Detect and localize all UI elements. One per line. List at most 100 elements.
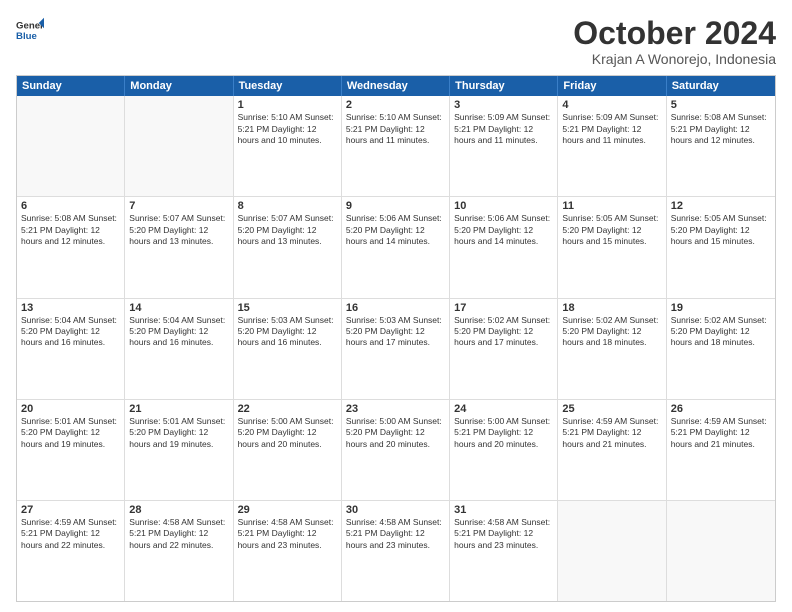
- day-number: 9: [346, 200, 445, 212]
- cell-details: Sunrise: 5:00 AM Sunset: 5:21 PM Dayligh…: [454, 416, 553, 450]
- table-row: 23Sunrise: 5:00 AM Sunset: 5:20 PM Dayli…: [342, 400, 450, 500]
- cell-details: Sunrise: 5:10 AM Sunset: 5:21 PM Dayligh…: [238, 112, 337, 146]
- cell-details: Sunrise: 4:58 AM Sunset: 5:21 PM Dayligh…: [129, 517, 228, 551]
- cell-details: Sunrise: 5:01 AM Sunset: 5:20 PM Dayligh…: [21, 416, 120, 450]
- day-number: 2: [346, 99, 445, 111]
- table-row: 4Sunrise: 5:09 AM Sunset: 5:21 PM Daylig…: [558, 96, 666, 196]
- table-row: 3Sunrise: 5:09 AM Sunset: 5:21 PM Daylig…: [450, 96, 558, 196]
- table-row: 26Sunrise: 4:59 AM Sunset: 5:21 PM Dayli…: [667, 400, 775, 500]
- day-number: 27: [21, 504, 120, 516]
- day-number: 7: [129, 200, 228, 212]
- table-row: 8Sunrise: 5:07 AM Sunset: 5:20 PM Daylig…: [234, 197, 342, 297]
- table-row: 10Sunrise: 5:06 AM Sunset: 5:20 PM Dayli…: [450, 197, 558, 297]
- table-row: 21Sunrise: 5:01 AM Sunset: 5:20 PM Dayli…: [125, 400, 233, 500]
- cell-details: Sunrise: 4:58 AM Sunset: 5:21 PM Dayligh…: [346, 517, 445, 551]
- cell-details: Sunrise: 5:06 AM Sunset: 5:20 PM Dayligh…: [454, 213, 553, 247]
- header-saturday: Saturday: [667, 76, 775, 96]
- cell-details: Sunrise: 5:03 AM Sunset: 5:20 PM Dayligh…: [238, 315, 337, 349]
- day-number: 26: [671, 403, 771, 415]
- table-row: [667, 501, 775, 601]
- day-number: 22: [238, 403, 337, 415]
- svg-text:General: General: [16, 20, 44, 31]
- logo: General Blue: [16, 16, 44, 44]
- table-row: 27Sunrise: 4:59 AM Sunset: 5:21 PM Dayli…: [17, 501, 125, 601]
- cell-details: Sunrise: 5:02 AM Sunset: 5:20 PM Dayligh…: [454, 315, 553, 349]
- table-row: 25Sunrise: 4:59 AM Sunset: 5:21 PM Dayli…: [558, 400, 666, 500]
- cell-details: Sunrise: 5:08 AM Sunset: 5:21 PM Dayligh…: [21, 213, 120, 247]
- table-row: [558, 501, 666, 601]
- table-row: 19Sunrise: 5:02 AM Sunset: 5:20 PM Dayli…: [667, 299, 775, 399]
- table-row: 30Sunrise: 4:58 AM Sunset: 5:21 PM Dayli…: [342, 501, 450, 601]
- week-row-5: 27Sunrise: 4:59 AM Sunset: 5:21 PM Dayli…: [17, 500, 775, 601]
- table-row: 17Sunrise: 5:02 AM Sunset: 5:20 PM Dayli…: [450, 299, 558, 399]
- calendar: Sunday Monday Tuesday Wednesday Thursday…: [16, 75, 776, 602]
- cell-details: Sunrise: 5:02 AM Sunset: 5:20 PM Dayligh…: [562, 315, 661, 349]
- cell-details: Sunrise: 4:59 AM Sunset: 5:21 PM Dayligh…: [21, 517, 120, 551]
- cell-details: Sunrise: 5:02 AM Sunset: 5:20 PM Dayligh…: [671, 315, 771, 349]
- day-number: 17: [454, 302, 553, 314]
- cell-details: Sunrise: 5:01 AM Sunset: 5:20 PM Dayligh…: [129, 416, 228, 450]
- cell-details: Sunrise: 5:04 AM Sunset: 5:20 PM Dayligh…: [21, 315, 120, 349]
- day-number: 3: [454, 99, 553, 111]
- logo-icon: General Blue: [16, 16, 44, 44]
- table-row: 20Sunrise: 5:01 AM Sunset: 5:20 PM Dayli…: [17, 400, 125, 500]
- table-row: 15Sunrise: 5:03 AM Sunset: 5:20 PM Dayli…: [234, 299, 342, 399]
- cell-details: Sunrise: 5:03 AM Sunset: 5:20 PM Dayligh…: [346, 315, 445, 349]
- day-number: 13: [21, 302, 120, 314]
- table-row: 7Sunrise: 5:07 AM Sunset: 5:20 PM Daylig…: [125, 197, 233, 297]
- day-number: 31: [454, 504, 553, 516]
- day-number: 12: [671, 200, 771, 212]
- cell-details: Sunrise: 5:09 AM Sunset: 5:21 PM Dayligh…: [562, 112, 661, 146]
- header-wednesday: Wednesday: [342, 76, 450, 96]
- cell-details: Sunrise: 5:05 AM Sunset: 5:20 PM Dayligh…: [671, 213, 771, 247]
- week-row-4: 20Sunrise: 5:01 AM Sunset: 5:20 PM Dayli…: [17, 399, 775, 500]
- cell-details: Sunrise: 5:04 AM Sunset: 5:20 PM Dayligh…: [129, 315, 228, 349]
- table-row: 31Sunrise: 4:58 AM Sunset: 5:21 PM Dayli…: [450, 501, 558, 601]
- cell-details: Sunrise: 5:08 AM Sunset: 5:21 PM Dayligh…: [671, 112, 771, 146]
- day-number: 23: [346, 403, 445, 415]
- day-number: 6: [21, 200, 120, 212]
- calendar-body: 1Sunrise: 5:10 AM Sunset: 5:21 PM Daylig…: [17, 96, 775, 601]
- cell-details: Sunrise: 5:09 AM Sunset: 5:21 PM Dayligh…: [454, 112, 553, 146]
- table-row: 28Sunrise: 4:58 AM Sunset: 5:21 PM Dayli…: [125, 501, 233, 601]
- day-number: 10: [454, 200, 553, 212]
- day-number: 5: [671, 99, 771, 111]
- day-number: 21: [129, 403, 228, 415]
- day-number: 19: [671, 302, 771, 314]
- day-number: 30: [346, 504, 445, 516]
- table-row: 11Sunrise: 5:05 AM Sunset: 5:20 PM Dayli…: [558, 197, 666, 297]
- table-row: 5Sunrise: 5:08 AM Sunset: 5:21 PM Daylig…: [667, 96, 775, 196]
- day-number: 16: [346, 302, 445, 314]
- day-number: 11: [562, 200, 661, 212]
- header-thursday: Thursday: [450, 76, 558, 96]
- table-row: 12Sunrise: 5:05 AM Sunset: 5:20 PM Dayli…: [667, 197, 775, 297]
- week-row-3: 13Sunrise: 5:04 AM Sunset: 5:20 PM Dayli…: [17, 298, 775, 399]
- header-sunday: Sunday: [17, 76, 125, 96]
- cell-details: Sunrise: 5:00 AM Sunset: 5:20 PM Dayligh…: [346, 416, 445, 450]
- header-tuesday: Tuesday: [234, 76, 342, 96]
- cell-details: Sunrise: 4:59 AM Sunset: 5:21 PM Dayligh…: [562, 416, 661, 450]
- day-number: 29: [238, 504, 337, 516]
- table-row: 9Sunrise: 5:06 AM Sunset: 5:20 PM Daylig…: [342, 197, 450, 297]
- subtitle: Krajan A Wonorejo, Indonesia: [573, 51, 776, 67]
- table-row: 18Sunrise: 5:02 AM Sunset: 5:20 PM Dayli…: [558, 299, 666, 399]
- day-number: 25: [562, 403, 661, 415]
- day-number: 14: [129, 302, 228, 314]
- header: General Blue October 2024 Krajan A Wonor…: [16, 16, 776, 67]
- cell-details: Sunrise: 5:10 AM Sunset: 5:21 PM Dayligh…: [346, 112, 445, 146]
- cell-details: Sunrise: 5:05 AM Sunset: 5:20 PM Dayligh…: [562, 213, 661, 247]
- page: General Blue October 2024 Krajan A Wonor…: [0, 0, 792, 612]
- cell-details: Sunrise: 5:00 AM Sunset: 5:20 PM Dayligh…: [238, 416, 337, 450]
- header-friday: Friday: [558, 76, 666, 96]
- table-row: 24Sunrise: 5:00 AM Sunset: 5:21 PM Dayli…: [450, 400, 558, 500]
- cell-details: Sunrise: 5:07 AM Sunset: 5:20 PM Dayligh…: [129, 213, 228, 247]
- table-row: 2Sunrise: 5:10 AM Sunset: 5:21 PM Daylig…: [342, 96, 450, 196]
- table-row: 29Sunrise: 4:58 AM Sunset: 5:21 PM Dayli…: [234, 501, 342, 601]
- svg-text:Blue: Blue: [16, 31, 37, 42]
- header-monday: Monday: [125, 76, 233, 96]
- day-number: 1: [238, 99, 337, 111]
- day-number: 15: [238, 302, 337, 314]
- table-row: 13Sunrise: 5:04 AM Sunset: 5:20 PM Dayli…: [17, 299, 125, 399]
- cell-details: Sunrise: 5:06 AM Sunset: 5:20 PM Dayligh…: [346, 213, 445, 247]
- week-row-2: 6Sunrise: 5:08 AM Sunset: 5:21 PM Daylig…: [17, 196, 775, 297]
